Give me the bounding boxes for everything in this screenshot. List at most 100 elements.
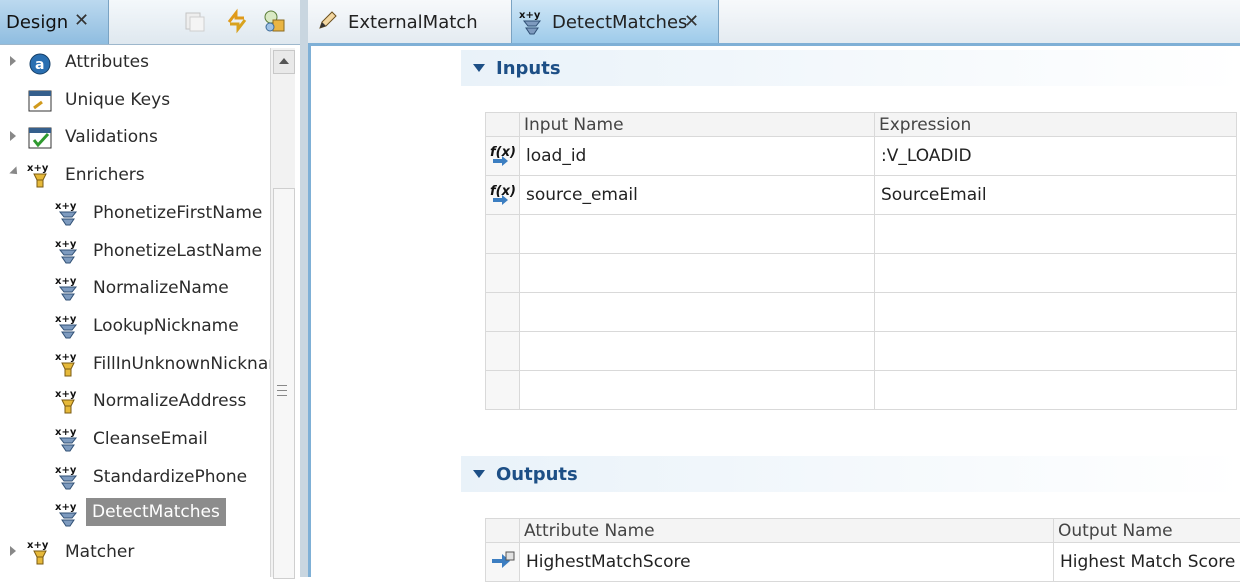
svg-text:x+y: x+y — [55, 276, 77, 287]
tree-item-label: NormalizeAddress — [93, 391, 246, 411]
tree-item-label: Unique Keys — [65, 90, 170, 110]
inputs-table-header: Input Name Expression — [486, 113, 1237, 137]
svg-text:x+y: x+y — [55, 427, 77, 438]
row-header — [486, 543, 520, 582]
inputs-section-header[interactable]: Inputs — [461, 50, 1240, 86]
empty-row[interactable] — [486, 332, 1237, 371]
empty-row[interactable] — [486, 293, 1237, 332]
expand-arrow-icon[interactable] — [10, 546, 16, 556]
editor-content: Inputs Input Name Expression f(x) load_i… — [308, 46, 1240, 577]
enricher-yellow-icon: x+y — [54, 387, 82, 415]
tree-item-standardizephone[interactable]: x+yStandardizePhone — [0, 461, 270, 495]
design-tab-label: Design — [6, 12, 68, 33]
scroll-thumb[interactable] — [273, 188, 295, 579]
tree-item-label: Matcher — [65, 542, 134, 562]
design-tab[interactable]: Design ✕ — [0, 0, 109, 44]
function-icon: f(x) — [490, 184, 516, 206]
validations-icon — [26, 123, 54, 151]
tree-item-label: DetectMatches — [86, 498, 226, 526]
table-row[interactable]: HighestMatchScore Highest Match Score — [486, 543, 1240, 582]
output-name-cell[interactable]: Highest Match Score — [1054, 543, 1240, 582]
tree-item-attributes[interactable]: aAttributes — [0, 46, 270, 80]
outputs-section-title: Outputs — [496, 464, 578, 485]
function-icon: f(x) — [490, 145, 516, 167]
expand-arrow-icon[interactable] — [10, 131, 16, 141]
tree-item-validations[interactable]: Validations — [0, 121, 270, 155]
design-panel-toolbar: Design ✕ — [0, 0, 300, 45]
tab-detectmatches[interactable]: x+y DetectMatches ✕ — [511, 0, 719, 43]
svg-text:x+y: x+y — [55, 201, 77, 212]
editor-tab-bar: ExternalMatch x+y DetectMatches ✕ — [308, 0, 1240, 46]
tree-item-label: Validations — [65, 127, 158, 147]
tree-item-normalizename[interactable]: x+y NormalizeName — [0, 272, 270, 306]
close-icon[interactable]: ✕ — [684, 11, 699, 32]
tree-item-label: CleanseEmail — [93, 429, 208, 449]
enricher-icon: x+y — [54, 425, 82, 453]
tree-item-label: LookupNickname — [93, 316, 239, 336]
scroll-grip-icon — [277, 385, 287, 396]
enricher-icon: x+y — [54, 500, 82, 528]
empty-row[interactable] — [486, 254, 1237, 293]
tree-scrollbar[interactable] — [270, 48, 295, 577]
tree-item-phonetizelastname[interactable]: x+yPhonetizeLastName — [0, 235, 270, 269]
collapse-arrow-icon[interactable] — [9, 166, 20, 177]
tree-item-normalizeaddress[interactable]: x+y NormalizeAddress — [0, 385, 270, 419]
model-icon[interactable] — [262, 8, 288, 34]
sync-icon[interactable] — [224, 8, 250, 34]
unique-keys-icon — [26, 86, 54, 114]
enricher-yellow-icon: x+y — [54, 350, 82, 378]
column-header-expression[interactable]: Expression — [875, 113, 1237, 137]
tree-item-phonetizefirstname[interactable]: x+yPhonetizeFirstName — [0, 197, 270, 231]
column-header-input-name[interactable]: Input Name — [520, 113, 875, 137]
input-name-cell[interactable]: load_id — [520, 137, 875, 176]
input-name-cell[interactable]: source_email — [520, 176, 875, 215]
panel-divider[interactable] — [300, 0, 308, 577]
empty-row[interactable] — [486, 371, 1237, 410]
table-row[interactable]: f(x) source_email SourceEmail — [486, 176, 1237, 215]
enrichers-icon: x+y — [26, 161, 54, 189]
scroll-up-button[interactable] — [273, 50, 295, 74]
design-panel: Design ✕ aAttributes Unique Keys Validatio… — [0, 0, 300, 577]
attributes-icon: a — [26, 48, 54, 76]
tree-item-label: Enrichers — [65, 165, 145, 185]
enricher-icon: x+y — [54, 274, 82, 302]
outputs-table: Attribute Name Output Name HighestMatchS… — [485, 518, 1240, 582]
svg-text:x+y: x+y — [55, 389, 77, 400]
tree-item-unique keys[interactable]: Unique Keys — [0, 84, 270, 118]
column-header-attribute-name[interactable]: Attribute Name — [520, 519, 1054, 543]
enricher-icon: x+y — [54, 463, 82, 491]
editor-area: ExternalMatch x+y DetectMatches ✕ Inputs… — [308, 0, 1240, 577]
collapse-all-icon[interactable] — [182, 8, 208, 34]
svg-text:a: a — [35, 57, 44, 73]
column-header-output-name[interactable]: Output Name — [1054, 519, 1240, 543]
tree-item-fillinunknownnicknar[interactable]: x+y FillInUnknownNicknar — [0, 348, 270, 382]
svg-text:x+y: x+y — [55, 465, 77, 476]
outputs-section-header[interactable]: Outputs — [461, 456, 1240, 492]
tab-detectmatches-label: DetectMatches — [552, 12, 687, 33]
expand-triangle-icon — [473, 64, 485, 72]
enricher-icon: x+y — [54, 199, 82, 227]
expand-arrow-icon[interactable] — [10, 56, 16, 66]
table-row[interactable]: f(x) load_id :V_LOADID — [486, 137, 1237, 176]
tree-item-label: NormalizeName — [93, 278, 229, 298]
inputs-section-title: Inputs — [496, 58, 561, 79]
tab-externalmatch[interactable]: ExternalMatch — [308, 0, 511, 43]
expression-cell[interactable]: SourceEmail — [875, 176, 1237, 215]
tree-item-lookupnickname[interactable]: x+y LookupNickname — [0, 310, 270, 344]
tree-item-label: FillInUnknownNicknar — [93, 354, 270, 374]
attribute-output-icon — [490, 549, 516, 573]
tree-item-matcher[interactable]: x+yMatcher — [0, 536, 270, 570]
empty-row[interactable] — [486, 215, 1237, 254]
enricher-icon: x+y — [518, 8, 546, 36]
attribute-name-cell[interactable]: HighestMatchScore — [520, 543, 1054, 582]
tree-item-cleanseemail[interactable]: x+y CleanseEmail — [0, 423, 270, 457]
expression-cell[interactable]: :V_LOADID — [875, 137, 1237, 176]
tree-item-enrichers[interactable]: x+y Enrichers — [0, 159, 270, 193]
inputs-table: Input Name Expression f(x) load_id :V_LO… — [485, 112, 1237, 410]
enricher-icon: x+y — [54, 312, 82, 340]
tree-item-detectmatches[interactable]: x+y DetectMatches — [0, 498, 270, 532]
close-icon[interactable]: ✕ — [74, 10, 89, 31]
tab-externalmatch-label: ExternalMatch — [348, 12, 478, 33]
svg-text:x+y: x+y — [55, 502, 77, 513]
svg-text:x+y: x+y — [55, 314, 77, 325]
